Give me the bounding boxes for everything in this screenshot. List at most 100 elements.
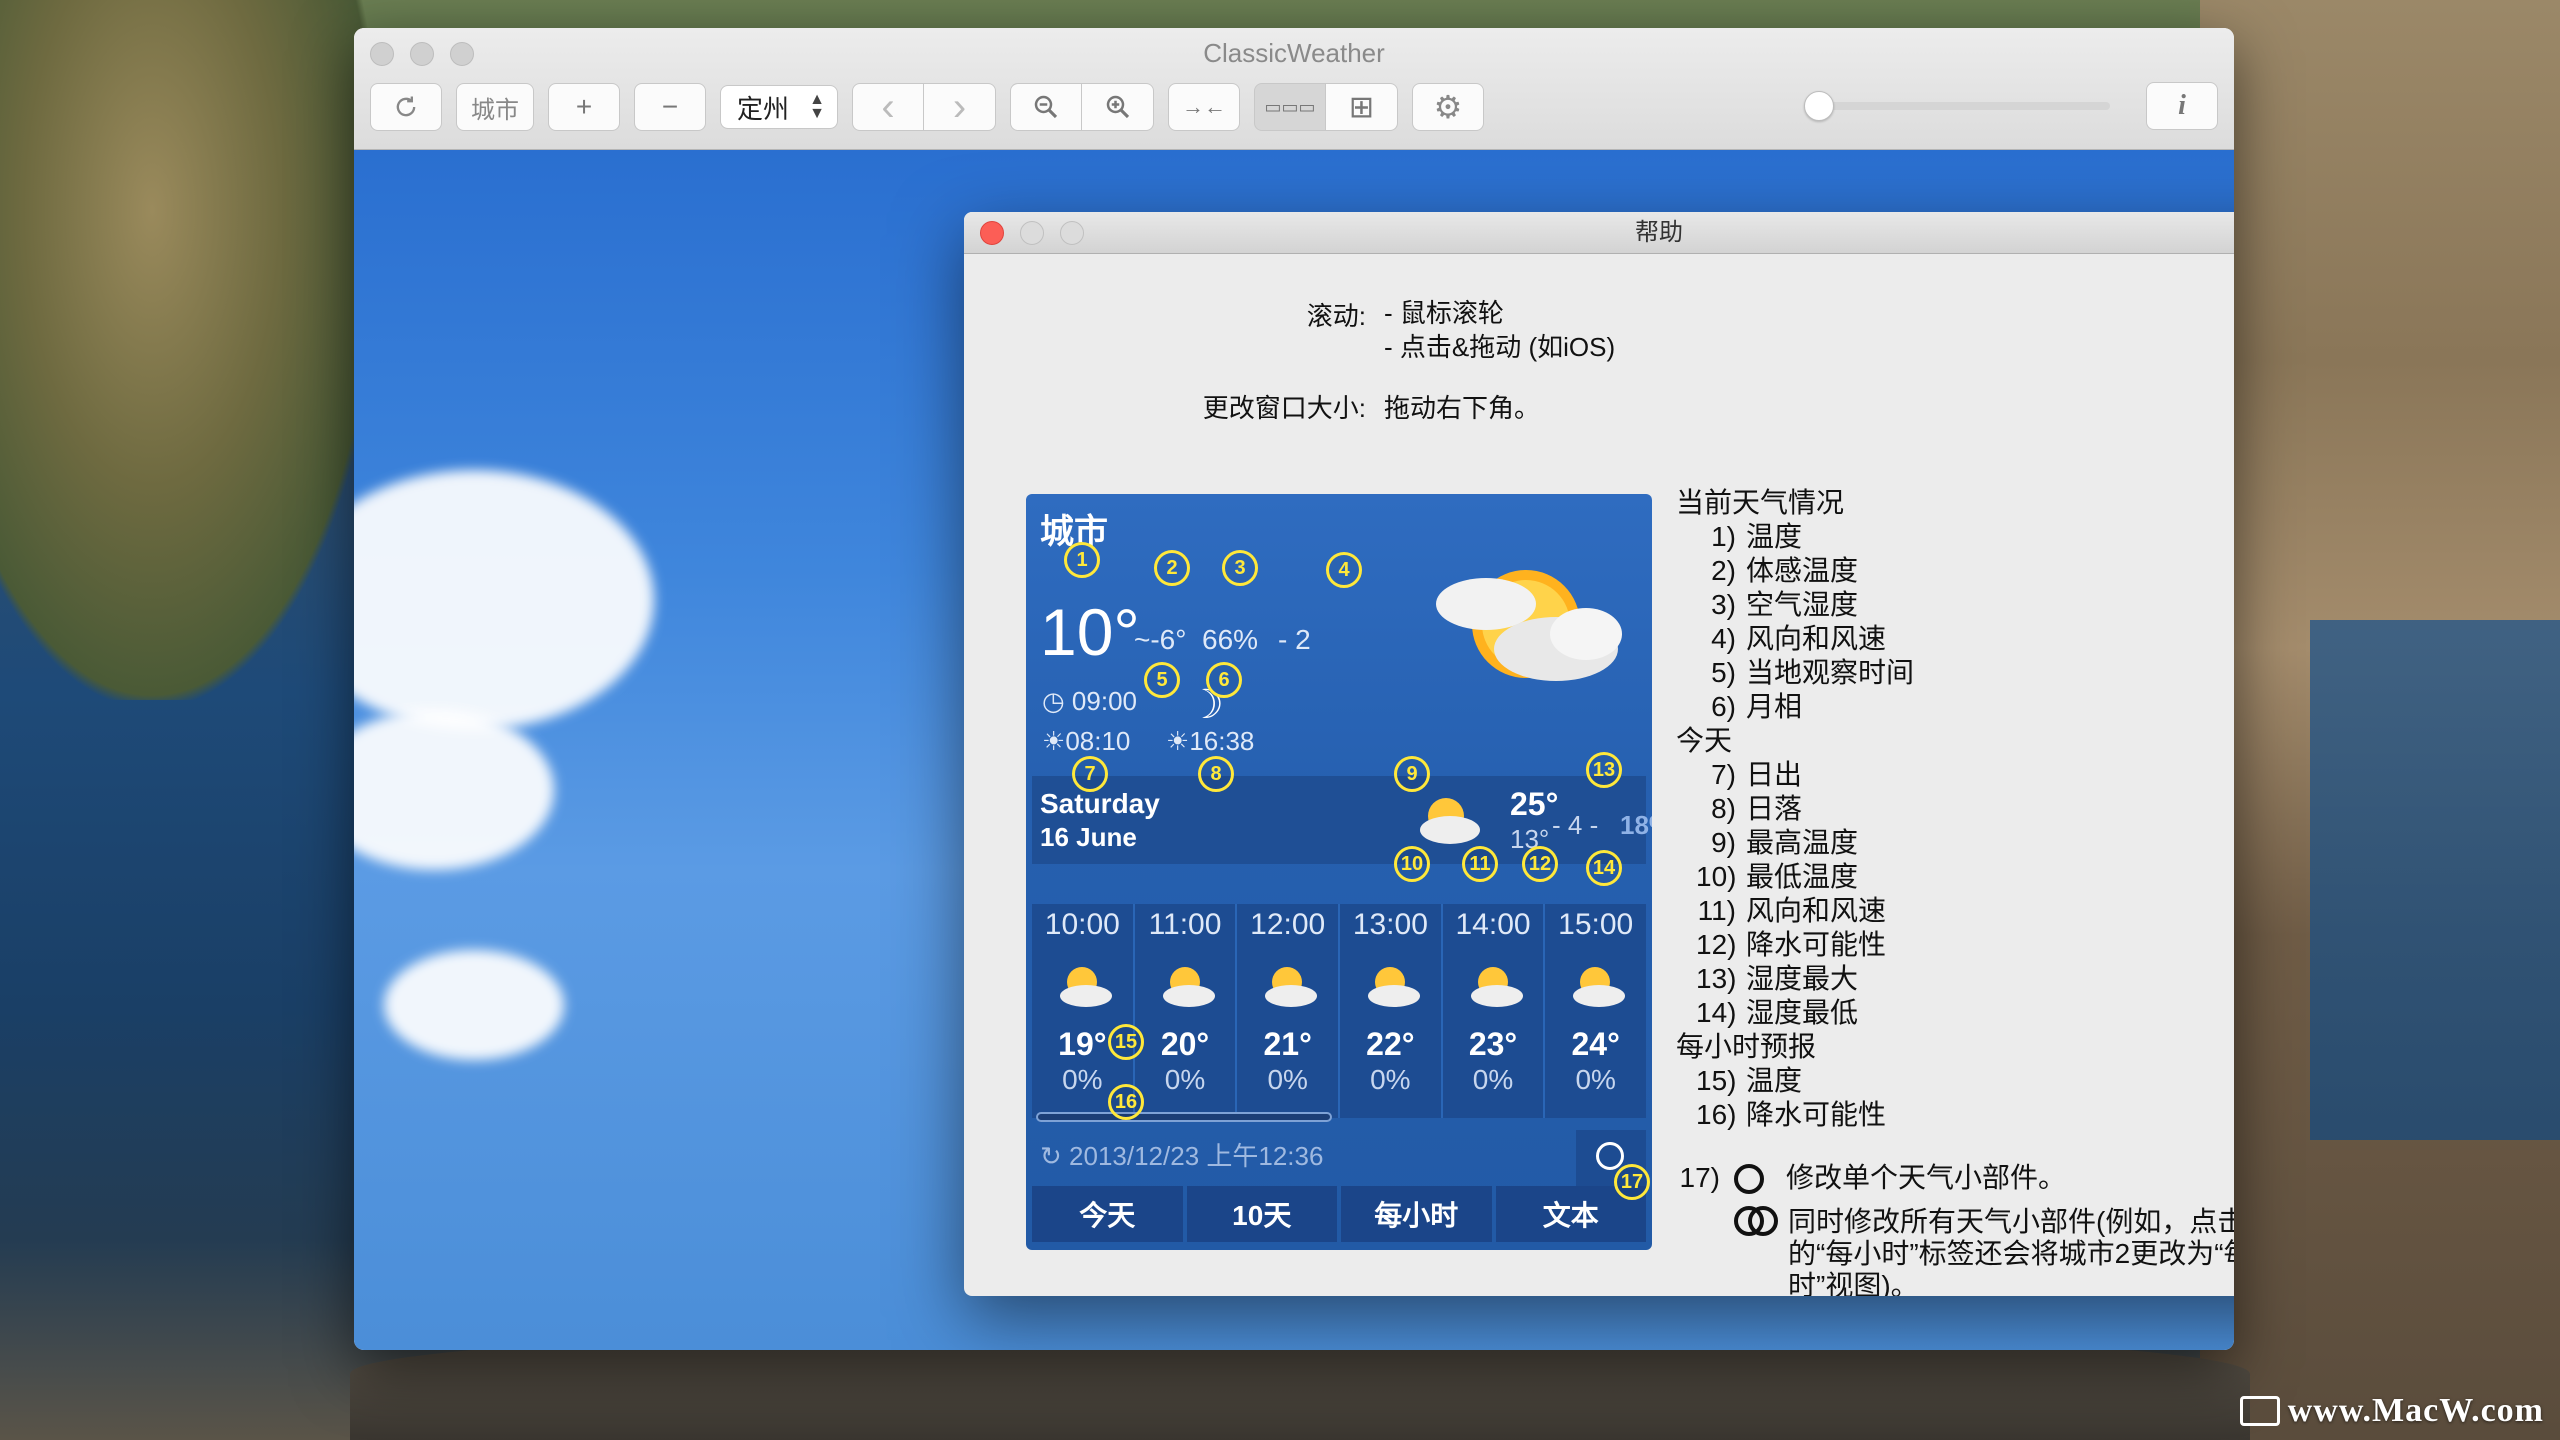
marker-12: 12: [1522, 846, 1558, 882]
partly-cloudy-icon: [1368, 967, 1421, 1007]
marker-4: 4: [1326, 552, 1362, 588]
legend-num: 7): [1711, 759, 1736, 790]
marker-9: 9: [1394, 756, 1430, 792]
legend-text: 日落: [1746, 793, 1803, 824]
city-button[interactable]: 城市: [456, 83, 534, 131]
scroll-instructions: 滚动: - 鼠标滚轮 - 点击&拖动 (如iOS): [964, 296, 1615, 364]
note-17-num: 17): [1679, 1162, 1720, 1193]
city-select-value: 定州: [737, 93, 790, 124]
tab-10-days[interactable]: 10天: [1186, 1186, 1337, 1242]
hour-time: 15:00: [1558, 908, 1634, 941]
zoom-slider-knob[interactable]: [1804, 91, 1834, 121]
note-17-text: 修改单个天气小部件。: [1786, 1162, 2067, 1193]
partly-cloudy-icon: [1265, 967, 1318, 1007]
marker-17: 17: [1614, 1164, 1650, 1200]
hourly-scrollbar[interactable]: [1036, 1112, 1332, 1122]
hour-time: 10:00: [1044, 908, 1120, 941]
last-updated-text: 2013/12/23 上午12:36: [1069, 1141, 1324, 1171]
clock-icon: ◷: [1042, 686, 1072, 716]
remove-city-button[interactable]: −: [634, 83, 706, 131]
zoom-out-button[interactable]: [1010, 83, 1082, 131]
sunset-icon: ☀: [1166, 726, 1190, 756]
legend-item: 16) 降水可能性: [1676, 1098, 1914, 1132]
select-arrows-icon: ▲ ▼: [809, 91, 825, 122]
help-close-button[interactable]: [980, 221, 1004, 245]
wallpaper-hill-left: [0, 0, 380, 700]
hour-time: 11:00: [1148, 908, 1222, 941]
marker-16: 16: [1108, 1084, 1144, 1120]
tab-hourly[interactable]: 每小时: [1341, 1186, 1492, 1242]
zoom-in-button[interactable]: [1082, 83, 1154, 131]
help-dialog: 帮助 滚动: - 鼠标滚轮 - 点击&拖动 (如iOS) 更改窗口大小: 拖动右…: [964, 212, 2234, 1296]
legend-item: 1) 温度: [1676, 520, 1914, 554]
help-minimize-button[interactable]: [1020, 221, 1044, 245]
zoom-slider[interactable]: [1804, 91, 2110, 121]
legend-item: 6) 月相: [1676, 690, 1914, 724]
hour-temp: 22°: [1366, 1026, 1415, 1062]
legend-item: 2) 体感温度: [1676, 554, 1914, 588]
nav-group: ‹ ›: [852, 83, 996, 131]
hour-temp: 21°: [1263, 1026, 1312, 1062]
scroll-label: 滚动:: [1306, 301, 1366, 331]
tab-today[interactable]: 今天: [1032, 1186, 1183, 1242]
scroll-value-drag: - 点击&拖动 (如iOS): [1384, 332, 1616, 362]
legend-text: 风向和风速: [1746, 623, 1887, 654]
legend-text: 湿度最低: [1746, 997, 1859, 1028]
scroll-values: - 鼠标滚轮 - 点击&拖动 (如iOS): [1384, 296, 1615, 364]
marker-10: 10: [1394, 846, 1430, 882]
legend-num: 6): [1711, 691, 1736, 722]
window-titlebar: ClassicWeather 城市 + − 定州 ▲ ▼ ‹ › →← ▭▭▭ …: [354, 28, 2234, 150]
legend-text: 最低温度: [1746, 861, 1859, 892]
settings-button[interactable]: ⚙: [1412, 83, 1484, 131]
add-city-button[interactable]: +: [548, 83, 620, 131]
obs-time-value: 09:00: [1071, 686, 1137, 716]
tree-view-icon: ⊞: [1348, 90, 1375, 124]
legend-num: 2): [1711, 555, 1736, 586]
widget-humidity: 66%: [1202, 624, 1259, 655]
hour-temp: 23°: [1468, 1026, 1518, 1062]
legend-num: 5): [1711, 657, 1736, 688]
hour-precip: 0%: [1164, 1064, 1206, 1095]
legend-text: 体感温度: [1746, 555, 1859, 586]
marker-5: 5: [1144, 662, 1180, 698]
today-day: Saturday: [1040, 788, 1160, 819]
widget-tabs: 今天 10天 每小时 文本: [1032, 1186, 1646, 1242]
marker-8: 8: [1198, 756, 1234, 792]
forward-button[interactable]: ›: [924, 83, 996, 131]
legend-item: 11) 风向和风速: [1676, 894, 1914, 928]
hour-temp: 20°: [1160, 1026, 1210, 1062]
cloud-decoration: [384, 950, 564, 1060]
fit-button[interactable]: →←: [1168, 83, 1240, 131]
legend-item: 3) 空气湿度: [1676, 588, 1914, 622]
zoom-out-icon: [1034, 95, 1058, 119]
marker-6: 6: [1206, 662, 1242, 698]
legend-item: 10) 最低温度: [1676, 860, 1914, 894]
watermark-text: www.MacW.com: [2287, 1392, 2544, 1429]
help-zoom-button[interactable]: [1060, 221, 1084, 245]
note-all-text: 同时修改所有天气小部件(例如，点击城市1的“每小时”标签还会将城市2更改为“每小…: [1788, 1206, 2234, 1296]
fit-icon: →←: [1182, 94, 1226, 119]
watermark: www.MacW.com: [2239, 1392, 2544, 1430]
legend-num: 13): [1696, 963, 1737, 994]
legend-text: 降水可能性: [1746, 1099, 1887, 1130]
zoom-in-icon: [1106, 95, 1129, 119]
back-button[interactable]: ‹: [852, 83, 924, 131]
tree-view-button[interactable]: ⊞: [1326, 83, 1398, 131]
widget-sunset: ☀16:38: [1166, 726, 1254, 757]
legend-text: 温度: [1746, 1065, 1803, 1096]
grid-view-button[interactable]: ▭▭▭: [1254, 83, 1326, 131]
legend-text: 温度: [1746, 521, 1803, 552]
legend-item: 13) 湿度最大: [1676, 962, 1914, 996]
cloud-decoration: [354, 710, 554, 870]
legend-item: 9) 最高温度: [1676, 826, 1914, 860]
legend-item: 4) 风向和风速: [1676, 622, 1914, 656]
hour-column: 15:00 24° 0%: [1545, 904, 1647, 1118]
refresh-button[interactable]: [370, 83, 442, 131]
info-button[interactable]: i: [2146, 82, 2218, 130]
weather-widget-illustration: 城市 10° ~-6° 66% - 2 ◷ 09:00 ☽ ☀08:10 ☀16…: [1026, 494, 1652, 1250]
hour-precip: 0%: [1370, 1064, 1411, 1095]
marker-2: 2: [1154, 550, 1190, 586]
legend-item: 7) 日出: [1676, 758, 1914, 792]
city-select[interactable]: 定州 ▲ ▼: [720, 85, 838, 129]
legend-num: 4): [1711, 623, 1736, 654]
